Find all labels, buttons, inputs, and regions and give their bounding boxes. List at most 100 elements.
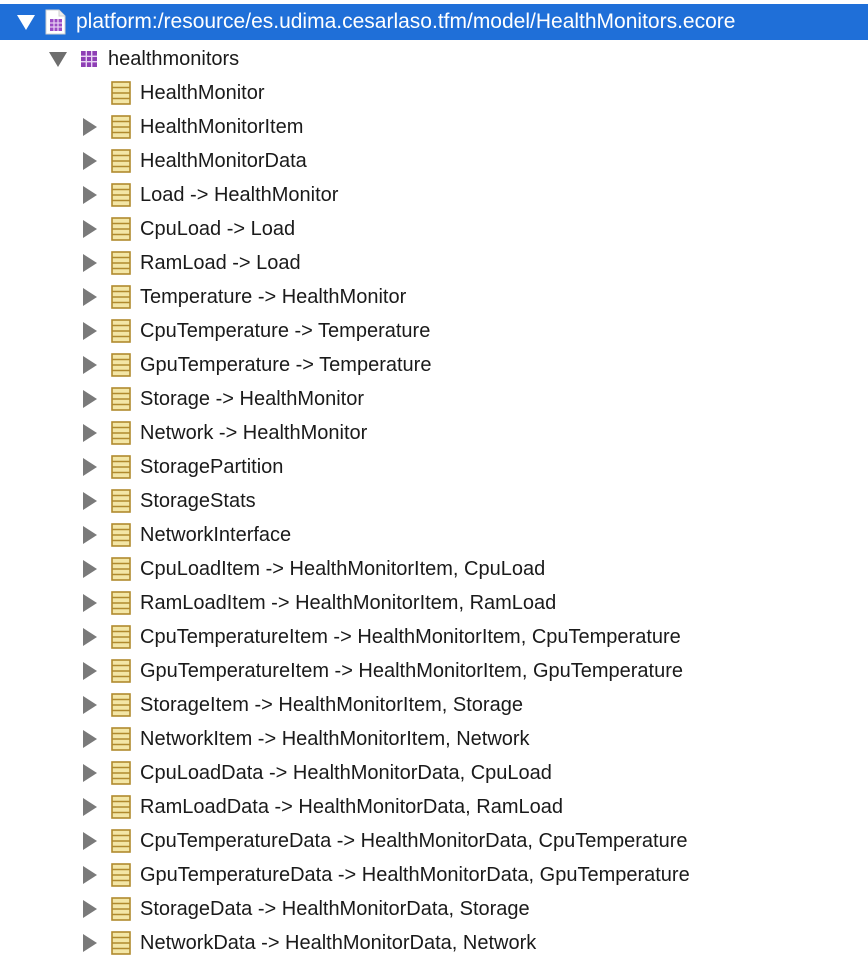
tree-row-class[interactable]: StoragePartition [0,450,868,484]
expand-arrow-icon[interactable] [80,865,100,885]
expand-arrow-icon[interactable] [80,831,100,851]
expand-arrow-icon[interactable] [80,423,100,443]
tree-row-class[interactable]: HealthMonitorData [0,144,868,178]
tree-row-class[interactable]: CpuTemperature -> Temperature [0,314,868,348]
tree-row-class[interactable]: HealthMonitorItem [0,110,868,144]
tree-row-label: StorageItem -> HealthMonitorItem, Storag… [140,693,523,716]
tree-row-class[interactable]: Network -> HealthMonitor [0,416,868,450]
expand-arrow-icon[interactable] [80,763,100,783]
expand-arrow-icon[interactable] [80,729,100,749]
expand-arrow-icon[interactable] [80,321,100,341]
tree-row-label: StorageStats [140,489,256,512]
tree-row-class[interactable]: NetworkInterface [0,518,868,552]
tree-row-label: NetworkData -> HealthMonitorData, Networ… [140,931,537,954]
eclass-icon [110,658,132,684]
tree-row-class[interactable]: Load -> HealthMonitor [0,178,868,212]
eclass-icon [110,284,132,310]
expand-arrow-icon[interactable] [80,117,100,137]
tree-row-label: HealthMonitorItem [140,115,304,138]
tree-row-label: CpuLoadItem -> HealthMonitorItem, CpuLoa… [140,557,546,580]
tree-row-label: platform:/resource/es.udima.cesarlaso.tf… [76,10,736,33]
tree-row-label: CpuTemperatureItem -> HealthMonitorItem,… [140,625,681,648]
expand-arrow-icon[interactable] [80,661,100,681]
eclass-icon [110,352,132,378]
tree-row-label: NetworkItem -> HealthMonitorItem, Networ… [140,727,530,750]
tree-row-label: HealthMonitor [140,81,265,104]
tree-row-class[interactable]: CpuLoadData -> HealthMonitorData, CpuLoa… [0,756,868,790]
tree-row-label: GpuTemperature -> Temperature [140,353,432,376]
tree-row-class[interactable]: NetworkItem -> HealthMonitorItem, Networ… [0,722,868,756]
tree-row-label: RamLoadItem -> HealthMonitorItem, RamLoa… [140,591,557,614]
tree-row-label: GpuTemperatureItem -> HealthMonitorItem,… [140,659,684,682]
eclass-icon [110,828,132,854]
tree-row-class[interactable]: RamLoadData -> HealthMonitorData, RamLoa… [0,790,868,824]
tree-row-class[interactable]: GpuTemperatureItem -> HealthMonitorItem,… [0,654,868,688]
eclass-icon [110,862,132,888]
tree-row-class[interactable]: CpuTemperatureData -> HealthMonitorData,… [0,824,868,858]
expand-arrow-icon[interactable] [80,899,100,919]
tree-row-label: Load -> HealthMonitor [140,183,339,206]
ecore-tree-view: platform:/resource/es.udima.cesarlaso.tf… [0,0,868,980]
eclass-icon [110,930,132,956]
eclass-icon [110,148,132,174]
expand-arrow-icon[interactable] [80,389,100,409]
eclass-icon [110,760,132,786]
tree-row-class[interactable]: GpuTemperature -> Temperature [0,348,868,382]
eclass-icon [110,522,132,548]
tree-row-class[interactable]: RamLoad -> Load [0,246,868,280]
eclass-icon [110,216,132,242]
tree-row-label: StorageData -> HealthMonitorData, Storag… [140,897,530,920]
tree-row-class[interactable]: StorageStats [0,484,868,518]
tree-row-class[interactable]: GpuTemperatureData -> HealthMonitorData,… [0,858,868,892]
tree-row-label: GpuTemperatureData -> HealthMonitorData,… [140,863,690,886]
tree-row-class[interactable]: CpuLoad -> Load [0,212,868,246]
tree-row-label: NetworkInterface [140,523,292,546]
expand-arrow-icon[interactable] [80,559,100,579]
eclass-icon [110,692,132,718]
tree-row-class[interactable]: RamLoadItem -> HealthMonitorItem, RamLoa… [0,586,868,620]
eclass-icon [110,182,132,208]
eclass-icon [110,726,132,752]
expand-arrow-icon[interactable] [80,151,100,171]
tree-row-label: RamLoadData -> HealthMonitorData, RamLoa… [140,795,563,818]
tree-row-label: CpuTemperatureData -> HealthMonitorData,… [140,829,688,852]
tree-row-label: RamLoad -> Load [140,251,301,274]
tree-row-label: healthmonitors [108,47,240,70]
tree-row-label: Network -> HealthMonitor [140,421,368,444]
expand-arrow-icon[interactable] [80,219,100,239]
collapse-arrow-icon[interactable] [16,12,36,32]
expand-arrow-icon[interactable] [80,933,100,953]
eclass-icon [110,454,132,480]
tree-row-label: HealthMonitorData [140,149,307,172]
epackage-icon [78,48,100,70]
tree-row-label: CpuTemperature -> Temperature [140,319,431,342]
expand-arrow-icon[interactable] [80,695,100,715]
tree-row-class[interactable]: Temperature -> HealthMonitor [0,280,868,314]
tree-row-class[interactable]: Storage -> HealthMonitor [0,382,868,416]
expand-arrow-icon[interactable] [80,525,100,545]
expand-arrow-icon[interactable] [80,797,100,817]
expand-arrow-icon[interactable] [80,627,100,647]
tree-row-class[interactable]: NetworkData -> HealthMonitorData, Networ… [0,926,868,960]
expand-arrow-icon[interactable] [80,491,100,511]
expand-arrow-icon[interactable] [80,457,100,477]
eclass-icon [110,590,132,616]
expand-arrow-icon[interactable] [80,253,100,273]
tree-row-class[interactable]: CpuLoadItem -> HealthMonitorItem, CpuLoa… [0,552,868,586]
eclass-icon [110,250,132,276]
tree-row-resource[interactable]: platform:/resource/es.udima.cesarlaso.tf… [0,4,868,40]
tree-row-class[interactable]: HealthMonitor [0,76,868,110]
expand-arrow-icon[interactable] [80,355,100,375]
expand-arrow-icon[interactable] [80,287,100,307]
collapse-arrow-icon[interactable] [48,49,68,69]
tree-row-class[interactable]: CpuTemperatureItem -> HealthMonitorItem,… [0,620,868,654]
tree-row-class[interactable]: StorageData -> HealthMonitorData, Storag… [0,892,868,926]
expand-arrow-icon[interactable] [80,593,100,613]
tree-row-package[interactable]: healthmonitors [0,42,868,76]
tree-row-label: Temperature -> HealthMonitor [140,285,407,308]
tree-row-label: Storage -> HealthMonitor [140,387,365,410]
expand-arrow-icon[interactable] [80,185,100,205]
tree-row-class[interactable]: StorageItem -> HealthMonitorItem, Storag… [0,688,868,722]
eclass-icon [110,624,132,650]
eclass-icon [110,794,132,820]
